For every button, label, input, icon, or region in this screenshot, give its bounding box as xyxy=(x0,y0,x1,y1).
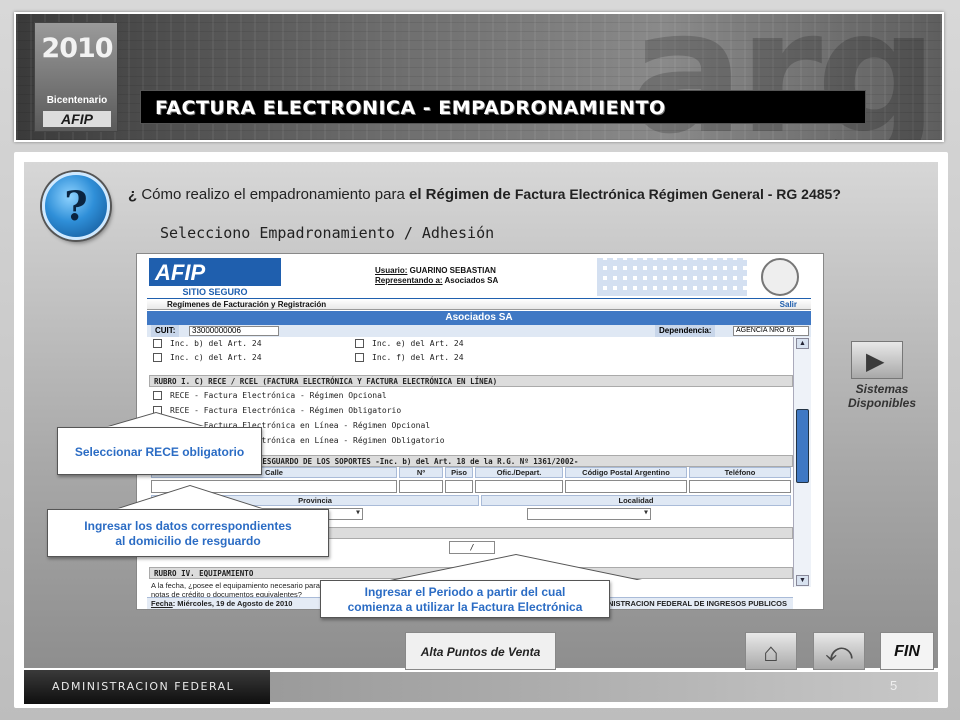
col-telefono: Teléfono xyxy=(689,467,791,478)
checkbox-label: Inc. e) del Art. 24 xyxy=(372,339,464,348)
user-info: Usuario: GUARINO SEBASTIAN Representando… xyxy=(375,266,498,286)
checkbox-rece-opcional[interactable]: RECE - Factura Electrónica - Régimen Opc… xyxy=(153,391,387,400)
callout-domicilio-line1: Ingresar los datos correspondientes xyxy=(84,519,292,533)
back-button[interactable]: ⤺ xyxy=(813,632,865,670)
menu-title: Regímenes de Facturación y Registración xyxy=(167,300,327,309)
question-text: ¿ Cómo realizo el empadronamiento para e… xyxy=(128,184,918,205)
bicentenario-logo: 2010 Bicentenario AFIP xyxy=(34,22,118,132)
cpa-input[interactable] xyxy=(565,480,687,493)
afip-logo-text: AFIP xyxy=(155,260,206,285)
sistemas-disponibles-button[interactable]: ▶ xyxy=(851,341,903,379)
representando-value: Asociados SA xyxy=(442,276,499,285)
periodo-input[interactable]: / xyxy=(449,541,495,554)
usuario-label: Usuario: xyxy=(375,266,408,275)
checkbox-label: Inc. f) del Art. 24 xyxy=(372,353,464,362)
col-numero: Nº xyxy=(399,467,443,478)
sitio-seguro-text: SITIO SEGURO xyxy=(149,286,281,298)
sistemas-line1: Sistemas xyxy=(855,382,909,396)
representando-label: Representando a: xyxy=(375,276,443,285)
scroll-up-icon[interactable]: ▲ xyxy=(796,338,809,349)
callout-periodo-line2: comienza a utilizar la Factura Electróni… xyxy=(347,600,583,614)
question-part1: Cómo realizo el empadronamiento para xyxy=(137,186,409,203)
logo-year: 2010 xyxy=(41,33,113,64)
callout-domicilio-line2: al domicilio de resguardo xyxy=(115,534,261,548)
checkbox-inc-e[interactable]: Inc. e) del Art. 24 xyxy=(355,339,464,348)
logo-subtitle: Bicentenario xyxy=(46,95,108,106)
title-bar: FACTURA ELECTRONICA - EMPADRONAMIENTO xyxy=(140,90,866,124)
callout-pointer xyxy=(118,486,262,509)
col-cpa: Código Postal Argentino xyxy=(565,467,687,478)
dependencia-value: AGENCIA NRO 63 xyxy=(733,326,809,336)
usuario-value: GUARINO SEBASTIAN xyxy=(407,266,496,275)
callout-periodo: Ingresar el Periodo a partir del cual co… xyxy=(320,580,610,618)
checkbox-label: RECE - Factura Electrónica - Régimen Opc… xyxy=(170,391,387,400)
checkbox-label: Inc. b) del Art. 24 xyxy=(170,339,262,348)
dependencia-label: Dependencia: xyxy=(655,325,716,337)
col-ofic: Ofic./Depart. xyxy=(475,467,563,478)
callout-pointer xyxy=(390,555,642,581)
afip-header: AFIP SITIO SEGURO Usuario: GUARINO SEBAS… xyxy=(147,256,811,298)
ofic-input[interactable] xyxy=(475,480,563,493)
cuit-row: CUIT: 33000000006 Dependencia: AGENCIA N… xyxy=(147,325,811,337)
checkbox-label: RECE - Factura Electrónica - Régimen Obl… xyxy=(170,406,402,415)
page-number: 5 xyxy=(890,678,898,693)
cuit-label: CUIT: xyxy=(151,325,180,337)
question-part3: Factura Electrónica Régimen General - RG… xyxy=(514,186,841,202)
checkbox-label: Inc. c) del Art. 24 xyxy=(170,353,262,362)
page-title: FACTURA ELECTRONICA - EMPADRONAMIENTO xyxy=(155,97,666,119)
question-part2: el Régimen de xyxy=(408,186,515,203)
telefono-input[interactable] xyxy=(689,480,791,493)
callout-rece: Seleccionar RECE obligatorio xyxy=(57,427,262,475)
afip-footer-text: ADMINISTRACION FEDERAL DE INGRESOS PUBLI… xyxy=(588,599,787,608)
checkbox-inc-c[interactable]: Inc. c) del Art. 24 xyxy=(153,353,262,362)
callout-domicilio: Ingresar los datos correspondientes al d… xyxy=(47,509,329,557)
salir-link[interactable]: Salir xyxy=(780,300,797,309)
logo-afip: AFIP xyxy=(43,111,111,127)
company-name: Asociados SA xyxy=(147,311,811,325)
sistemas-line2: Disponibles xyxy=(847,396,916,410)
alta-puntos-de-venta-button[interactable]: Alta Puntos de Venta xyxy=(405,632,556,670)
home-button[interactable]: ⌂ xyxy=(745,632,797,670)
afip-seal-icon xyxy=(761,258,799,296)
checkbox-inc-f[interactable]: Inc. f) del Art. 24 xyxy=(355,353,464,362)
rubro-1-header: RUBRO I. C) RECE / RCEL (FACTURA ELECTRÓ… xyxy=(149,375,793,387)
question-icon: ? xyxy=(42,172,110,240)
callout-pointer xyxy=(108,413,204,427)
fecha-value: : Miércoles, 19 de Agosto de 2010 xyxy=(172,599,293,608)
scroll-thumb[interactable] xyxy=(796,409,809,483)
col-localidad: Localidad xyxy=(481,495,791,506)
header-banner: arg 2010 Bicentenario AFIP FACTURA ELECT… xyxy=(14,12,944,142)
fecha-label: Fecha xyxy=(151,599,173,608)
checkbox-inc-b[interactable]: Inc. b) del Art. 24 xyxy=(153,339,262,348)
question-subtitle: Selecciono Empadronamiento / Adhesión xyxy=(160,224,495,242)
piso-input[interactable] xyxy=(445,480,473,493)
localidad-select[interactable] xyxy=(527,507,651,520)
administracion-federal-label: ADMINISTRACION FEDERAL xyxy=(24,670,270,704)
sistemas-disponibles-label[interactable]: Sistemas Disponibles xyxy=(830,382,934,410)
question-mark: ¿ xyxy=(128,186,138,203)
decorative-pattern xyxy=(597,258,747,296)
play-icon: ▶ xyxy=(866,348,885,375)
home-icon: ⌂ xyxy=(763,637,779,667)
numero-input[interactable] xyxy=(399,480,443,493)
afip-logo: AFIP SITIO SEGURO xyxy=(149,258,281,298)
cuit-value: 33000000006 xyxy=(189,326,279,336)
form-scrollbar[interactable]: ▲ ▼ xyxy=(793,337,811,587)
fin-button[interactable]: FIN xyxy=(880,632,934,670)
menu-bar: Regímenes de Facturación y Registración … xyxy=(147,298,811,310)
callout-periodo-line1: Ingresar el Periodo a partir del cual xyxy=(364,585,566,599)
back-icon: ⤺ xyxy=(825,637,853,667)
scroll-down-icon[interactable]: ▼ xyxy=(796,575,809,586)
col-piso: Piso xyxy=(445,467,473,478)
